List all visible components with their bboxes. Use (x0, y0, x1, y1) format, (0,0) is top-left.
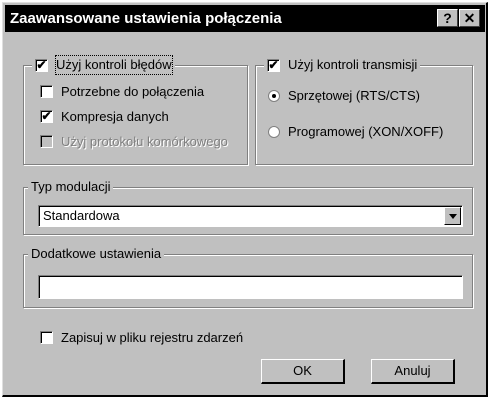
title-bar[interactable]: Zaawansowane ustawienia połączenia ? ✕ (5, 5, 485, 32)
hardware-label: Sprzętowej (RTS/CTS) (288, 88, 420, 103)
flow-control-label: Użyj kontroli transmisji (288, 57, 418, 72)
cellular-checkbox (40, 135, 53, 148)
modulation-label: Typ modulacji (28, 178, 114, 196)
window-title: Zaawansowane ustawienia połączenia (10, 10, 282, 27)
compression-checkbox[interactable]: ✔ (40, 110, 53, 123)
flow-control-toggle[interactable]: ✔ Użyj kontroli transmisji (264, 56, 421, 74)
extra-settings-input[interactable] (38, 275, 463, 299)
error-control-checkbox[interactable]: ✔ (35, 58, 48, 72)
extra-settings-label: Dodatkowe ustawienia (28, 245, 165, 263)
software-label: Programowej (XON/XOFF) (288, 124, 444, 139)
ok-button[interactable]: OK (261, 359, 345, 384)
log-option[interactable]: Zapisuj w pliku rejestru zdarzeń (40, 330, 243, 345)
extra-settings-group: Dodatkowe ustawienia (23, 245, 473, 308)
log-label: Zapisuj w pliku rejestru zdarzeń (61, 330, 244, 345)
option-software-flow[interactable]: Programowej (XON/XOFF) (268, 124, 443, 139)
option-cellular-protocol: Użyj protokołu komórkowego (40, 134, 228, 149)
help-button[interactable]: ? (437, 9, 458, 27)
cancel-button[interactable]: Anuluj (371, 359, 455, 384)
flow-control-checkbox[interactable]: ✔ (267, 58, 280, 72)
log-checkbox[interactable] (40, 331, 53, 344)
option-required-for-connection[interactable]: Potrzebne do połączenia (40, 84, 204, 99)
compression-label: Kompresja danych (61, 109, 169, 124)
modulation-value: Standardowa (43, 208, 120, 223)
required-label: Potrzebne do połączenia (61, 84, 205, 99)
modulation-group: Typ modulacji Standardowa (23, 178, 473, 235)
modulation-select[interactable]: Standardowa (38, 205, 463, 227)
option-hardware-flow[interactable]: Sprzętowej (RTS/CTS) (268, 88, 420, 103)
required-checkbox[interactable] (40, 85, 53, 98)
chevron-down-icon[interactable] (444, 207, 461, 225)
hardware-radio[interactable] (268, 89, 280, 102)
flow-control-group: ✔ Użyj kontroli transmisji Sprzętowej (R… (255, 56, 473, 165)
option-data-compression[interactable]: ✔ Kompresja danych (40, 109, 169, 124)
advanced-connection-dialog: Zaawansowane ustawienia połączenia ? ✕ ✔… (2, 2, 488, 397)
error-control-label: Użyj kontroli błędów (55, 55, 173, 75)
cellular-label: Użyj protokołu komórkowego (61, 134, 228, 149)
error-control-group: ✔ Użyj kontroli błędów Potrzebne do połą… (23, 55, 248, 165)
close-button[interactable]: ✕ (459, 9, 480, 27)
software-radio[interactable] (268, 125, 280, 138)
error-control-toggle[interactable]: ✔ Użyj kontroli błędów (32, 55, 175, 75)
